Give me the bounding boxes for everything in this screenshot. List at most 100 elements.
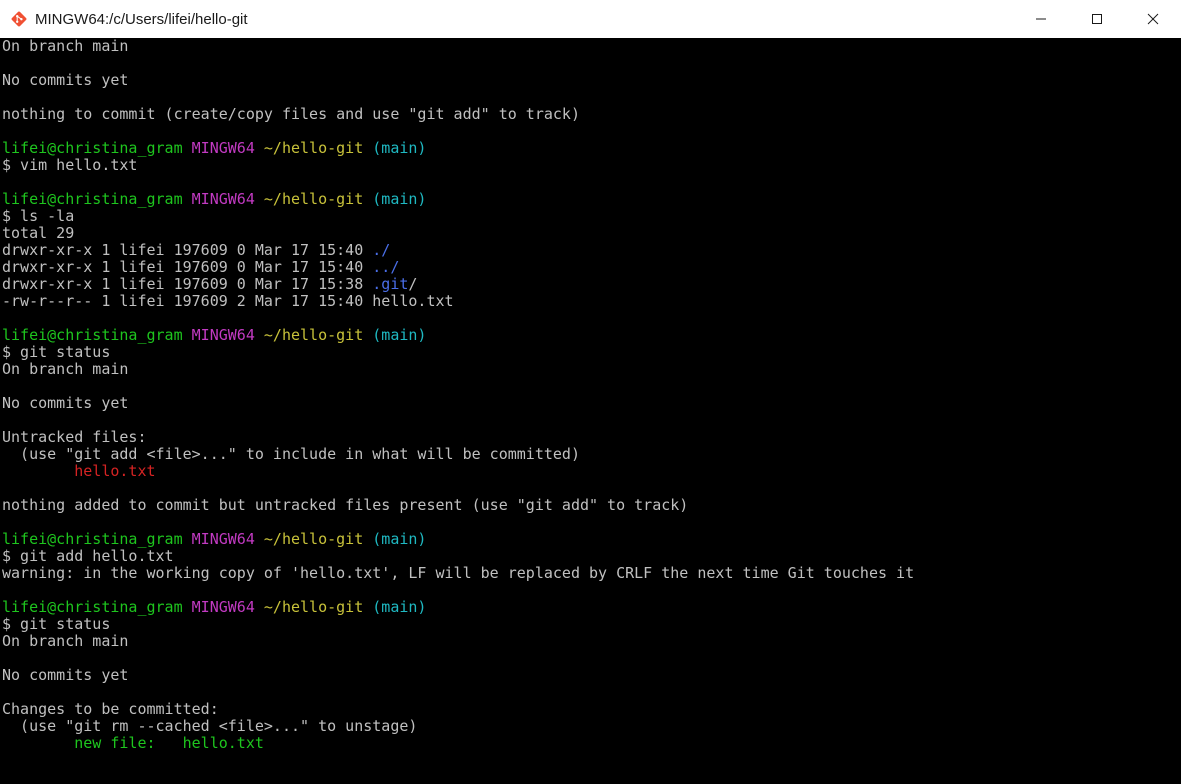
terminal-window: MINGW64:/c/Users/lifei/hello-git On bran… [0, 0, 1181, 784]
terminal-line: lifei@christina_gram MINGW64 ~/hello-git… [2, 531, 1181, 548]
terminal-text-segment: On branch main [2, 360, 129, 378]
maximize-button[interactable] [1069, 0, 1125, 38]
terminal-line: (use "git rm --cached <file>..." to unst… [2, 718, 1181, 735]
terminal-text-segment: new file: hello.txt [2, 734, 264, 752]
terminal-text-segment: (use "git rm --cached <file>..." to unst… [2, 717, 418, 735]
terminal-line: total 29 [2, 225, 1181, 242]
terminal-text-segment: MINGW64 [191, 530, 264, 548]
terminal-line: No commits yet [2, 72, 1181, 89]
terminal-line: lifei@christina_gram MINGW64 ~/hello-git… [2, 140, 1181, 157]
terminal-text-segment: $ git status [2, 343, 111, 361]
terminal-text-segment: ~/hello-git [263, 190, 364, 208]
terminal-text-segment: ~/hello-git [263, 139, 364, 157]
terminal-line: $ vim hello.txt [2, 157, 1181, 174]
terminal-line: On branch main [2, 361, 1181, 378]
terminal-line: $ ls -la [2, 208, 1181, 225]
terminal-line: No commits yet [2, 667, 1181, 684]
terminal-line: warning: in the working copy of 'hello.t… [2, 565, 1181, 582]
terminal-text-segment: -rw-r--r-- 1 lifei 197609 2 Mar 17 15:40… [2, 292, 454, 310]
terminal-text-segment: $ ls -la [2, 207, 75, 225]
terminal-line: lifei@christina_gram MINGW64 ~/hello-git… [2, 191, 1181, 208]
terminal-text-segment: lifei@christina_gram [2, 190, 192, 208]
git-logo-icon[interactable] [9, 9, 29, 29]
terminal-text-segment: (main) [363, 139, 427, 157]
terminal-line: No commits yet [2, 395, 1181, 412]
terminal-text-segment: $ git status [2, 615, 111, 633]
terminal-text-segment: drwxr-xr-x 1 lifei 197609 0 Mar 17 15:40 [2, 258, 373, 276]
terminal-text-segment: / [408, 275, 418, 293]
maximize-icon [1092, 14, 1102, 24]
terminal-text-segment: ./ [372, 241, 391, 259]
terminal-text-segment: drwxr-xr-x 1 lifei 197609 0 Mar 17 15:38 [2, 275, 373, 293]
title-bar[interactable]: MINGW64:/c/Users/lifei/hello-git [0, 0, 1181, 38]
terminal-line: new file: hello.txt [2, 735, 1181, 752]
terminal-text-segment: total 29 [2, 224, 75, 242]
terminal-text-segment: Untracked files: [2, 428, 147, 446]
minimize-icon [1036, 18, 1046, 20]
terminal-line: On branch main [2, 633, 1181, 650]
terminal-text-segment: ~/hello-git [263, 598, 364, 616]
terminal-line: drwxr-xr-x 1 lifei 197609 0 Mar 17 15:38… [2, 276, 1181, 293]
terminal-text-segment: Changes to be committed: [2, 700, 219, 718]
close-icon [1147, 13, 1159, 25]
terminal-line: $ git status [2, 344, 1181, 361]
terminal-text-segment: (main) [363, 326, 427, 344]
terminal-line: hello.txt [2, 463, 1181, 480]
terminal-text-segment: (main) [363, 598, 427, 616]
window-controls [1013, 0, 1181, 38]
terminal-line: Untracked files: [2, 429, 1181, 446]
terminal-line: nothing to commit (create/copy files and… [2, 106, 1181, 123]
terminal-output[interactable]: On branch main No commits yet nothing to c… [0, 38, 1181, 784]
terminal-text-segment: MINGW64 [191, 139, 264, 157]
terminal-text-segment: ~/hello-git [263, 326, 364, 344]
terminal-line: Changes to be committed: [2, 701, 1181, 718]
terminal-text-segment: lifei@christina_gram [2, 530, 192, 548]
terminal-line: (use "git add <file>..." to include in w… [2, 446, 1181, 463]
terminal-text-segment: $ vim hello.txt [2, 156, 138, 174]
terminal-text-segment: MINGW64 [191, 326, 264, 344]
minimize-button[interactable] [1013, 0, 1069, 38]
terminal-line: drwxr-xr-x 1 lifei 197609 0 Mar 17 15:40… [2, 242, 1181, 259]
terminal-line: On branch main [2, 38, 1181, 55]
terminal-text-segment: No commits yet [2, 71, 129, 89]
terminal-line: nothing added to commit but untracked fi… [2, 497, 1181, 514]
terminal-line: $ git add hello.txt [2, 548, 1181, 565]
terminal-text-segment: ../ [372, 258, 400, 276]
terminal-text-segment: $ git add hello.txt [2, 547, 174, 565]
terminal-line: lifei@christina_gram MINGW64 ~/hello-git… [2, 327, 1181, 344]
terminal-text-segment: drwxr-xr-x 1 lifei 197609 0 Mar 17 15:40 [2, 241, 373, 259]
terminal-text-segment: nothing added to commit but untracked fi… [2, 496, 689, 514]
window-title: MINGW64:/c/Users/lifei/hello-git [35, 10, 248, 28]
terminal-line: -rw-r--r-- 1 lifei 197609 2 Mar 17 15:40… [2, 293, 1181, 310]
close-button[interactable] [1125, 0, 1181, 38]
terminal-line: lifei@christina_gram MINGW64 ~/hello-git… [2, 599, 1181, 616]
terminal-text-segment: nothing to commit (create/copy files and… [2, 105, 580, 123]
terminal-text-segment: lifei@christina_gram [2, 139, 192, 157]
terminal-text-segment: .git [372, 275, 409, 293]
terminal-text-segment: (use "git add <file>..." to include in w… [2, 445, 580, 463]
terminal-text-segment: lifei@christina_gram [2, 598, 192, 616]
terminal-line: drwxr-xr-x 1 lifei 197609 0 Mar 17 15:40… [2, 259, 1181, 276]
terminal-text-segment: warning: in the working copy of 'hello.t… [2, 564, 915, 582]
terminal-line: $ git status [2, 616, 1181, 633]
terminal-text-segment: On branch main [2, 632, 129, 650]
terminal-text-segment: (main) [363, 190, 427, 208]
terminal-text-segment: hello.txt [2, 462, 156, 480]
terminal-text-segment: MINGW64 [191, 190, 264, 208]
terminal-text-segment: MINGW64 [191, 598, 264, 616]
terminal-text-segment: ~/hello-git [263, 530, 364, 548]
terminal-text-segment: No commits yet [2, 394, 129, 412]
terminal-text-segment: No commits yet [2, 666, 129, 684]
